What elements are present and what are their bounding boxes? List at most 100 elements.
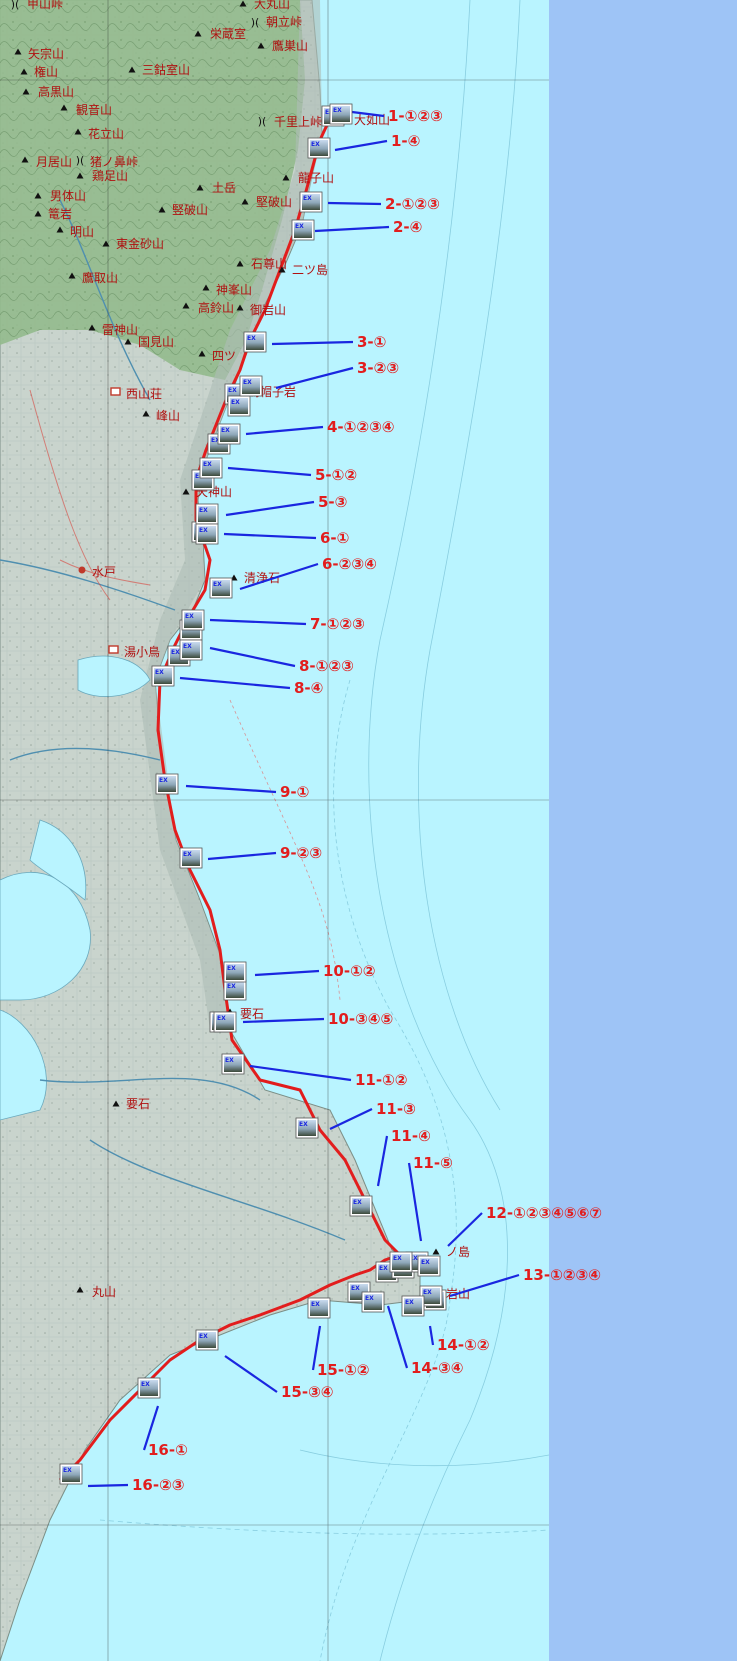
- place-label: ノ島: [446, 1244, 470, 1259]
- photo-marker-icon[interactable]: EX: [223, 961, 247, 983]
- photo-marker-icon[interactable]: EX: [389, 1251, 413, 1273]
- place-label: 観音山: [76, 102, 112, 117]
- map-canvas[interactable]: )(甲山峠 大丸山)(朝立峠 矢宗山 栄蔵室 鷹巣山 権山 三鈷室山 高黒山 観音山)(千里上峠…: [0, 0, 737, 1661]
- svg-text:EX: EX: [365, 1295, 374, 1302]
- place-label: 矢宗山: [28, 46, 64, 61]
- photo-marker-icon[interactable]: EX: [239, 375, 263, 397]
- photo-marker-icon[interactable]: EX: [209, 577, 233, 599]
- svg-text:EX: EX: [141, 1381, 150, 1388]
- svg-text:EX: EX: [63, 1467, 72, 1474]
- route-leg-label[interactable]: 3-①: [357, 333, 386, 351]
- route-leg-label[interactable]: 11-④: [391, 1127, 431, 1145]
- photo-marker-icon[interactable]: EX: [243, 331, 267, 353]
- route-leg-label[interactable]: 9-②③: [280, 844, 322, 862]
- photo-marker-icon[interactable]: EX: [181, 609, 205, 631]
- route-leg-label[interactable]: 10-①②: [323, 962, 376, 980]
- route-leg-label[interactable]: 11-⑤: [413, 1154, 453, 1172]
- photo-marker-icon[interactable]: EX: [361, 1291, 385, 1313]
- place-label: 朝立峠: [266, 14, 302, 29]
- photo-marker-icon[interactable]: EX: [223, 979, 247, 1001]
- photo-marker-icon[interactable]: EX: [195, 503, 219, 525]
- route-leg-label[interactable]: 11-③: [376, 1100, 416, 1118]
- place-label: 要石: [240, 1007, 264, 1021]
- svg-text:EX: EX: [225, 1057, 234, 1064]
- place-label: 鷹巣山: [272, 38, 308, 53]
- route-leg-label[interactable]: 16-①: [148, 1441, 188, 1459]
- route-leg-label[interactable]: 15-①②: [317, 1361, 370, 1379]
- coastal-route-map[interactable]: )(甲山峠 大丸山)(朝立峠矢宗山 栄蔵室鷹巣山権山 三鈷室山高黒山観音山)(千里上峠…: [0, 0, 737, 1661]
- svg-text:EX: EX: [231, 399, 240, 406]
- photo-marker-icon[interactable]: EX: [291, 219, 315, 241]
- route-leg-label[interactable]: 6-①: [320, 529, 349, 547]
- svg-text:EX: EX: [333, 107, 342, 114]
- photo-marker-icon[interactable]: EX: [59, 1463, 83, 1485]
- photo-marker-icon[interactable]: EX: [195, 1329, 219, 1351]
- place-label: 二ツ島: [292, 262, 328, 277]
- route-leg-label[interactable]: 6-②③④: [322, 555, 377, 573]
- route-leg-label[interactable]: 16-②③: [132, 1476, 185, 1494]
- svg-text:EX: EX: [311, 1301, 320, 1308]
- svg-text:EX: EX: [243, 379, 252, 386]
- route-leg-label[interactable]: 14-①②: [437, 1336, 490, 1354]
- route-leg-label[interactable]: 10-③④⑤: [328, 1010, 393, 1028]
- route-leg-label[interactable]: 8-④: [294, 679, 323, 697]
- photo-marker-icon[interactable]: EX: [151, 665, 175, 687]
- photo-marker-icon[interactable]: EX: [217, 423, 241, 445]
- photo-marker-icon[interactable]: EX: [417, 1255, 441, 1277]
- photo-marker-icon[interactable]: EX: [349, 1195, 373, 1217]
- place-label: 権山: [34, 64, 58, 79]
- photo-marker-icon[interactable]: EX: [179, 639, 203, 661]
- route-leg-label[interactable]: 1-④: [391, 132, 420, 150]
- route-leg-label[interactable]: 13-①②③④: [523, 1266, 601, 1284]
- place-label: 猪ノ鼻峠: [90, 154, 138, 169]
- photo-marker-icon[interactable]: EX: [299, 191, 323, 213]
- route-leg-label[interactable]: 15-③④: [281, 1383, 334, 1401]
- svg-text:EX: EX: [217, 1015, 226, 1022]
- svg-text:EX: EX: [421, 1259, 430, 1266]
- place-label: 湯小鳥: [124, 644, 160, 659]
- route-leg-label[interactable]: 1-①②③: [388, 107, 443, 125]
- photo-marker-icon[interactable]: EX: [179, 847, 203, 869]
- svg-text:EX: EX: [353, 1199, 362, 1206]
- route-leg-label[interactable]: 5-①②: [315, 466, 357, 484]
- place-label: 竪破山: [172, 202, 208, 217]
- svg-text:EX: EX: [155, 669, 164, 676]
- leader-line: [327, 201, 382, 206]
- place-label: 三鈷室山: [142, 62, 190, 77]
- svg-text:EX: EX: [423, 1289, 432, 1296]
- route-leg-label[interactable]: 7-①②③: [310, 615, 365, 633]
- svg-text:EX: EX: [221, 427, 230, 434]
- place-label: 要石: [126, 1097, 150, 1111]
- route-leg-label[interactable]: 2-①②③: [385, 195, 440, 213]
- pass-icon: )(: [76, 154, 85, 167]
- photo-marker-icon[interactable]: EX: [227, 395, 251, 417]
- city-icon: [78, 566, 86, 574]
- place-label: 龍子山: [298, 170, 334, 185]
- route-leg-label[interactable]: 14-③④: [411, 1359, 464, 1377]
- photo-marker-icon[interactable]: EX: [213, 1011, 237, 1033]
- route-leg-label[interactable]: 2-④: [393, 218, 422, 236]
- photo-marker-icon[interactable]: EX: [155, 773, 179, 795]
- route-leg-label[interactable]: 12-①②③④⑤⑥⑦: [486, 1204, 602, 1222]
- photo-marker-icon[interactable]: EX: [137, 1377, 161, 1399]
- photo-marker-icon[interactable]: EX: [307, 137, 331, 159]
- photo-marker-icon[interactable]: EX: [195, 523, 219, 545]
- photo-marker-icon[interactable]: EX: [401, 1295, 425, 1317]
- place-label: 大丸山: [254, 0, 290, 11]
- route-leg-label[interactable]: 5-③: [318, 493, 347, 511]
- building-icon: [110, 387, 121, 396]
- route-leg-label[interactable]: 8-①②③: [299, 657, 354, 675]
- photo-marker-icon[interactable]: EX: [307, 1297, 331, 1319]
- route-leg-label[interactable]: 4-①②③④: [327, 418, 394, 436]
- route-leg-label[interactable]: 11-①②: [355, 1071, 408, 1089]
- photo-marker-icon[interactable]: EX: [221, 1053, 245, 1075]
- photo-marker-icon[interactable]: EX: [199, 457, 223, 479]
- route-leg-label[interactable]: 9-①: [280, 783, 309, 801]
- svg-text:EX: EX: [393, 1255, 402, 1262]
- pass-icon: )(: [251, 16, 260, 29]
- svg-text:EX: EX: [227, 983, 236, 990]
- photo-marker-icon[interactable]: EX: [295, 1117, 319, 1139]
- photo-marker-icon[interactable]: EX: [329, 103, 353, 125]
- route-leg-label[interactable]: 3-②③: [357, 359, 399, 377]
- svg-text:EX: EX: [351, 1285, 360, 1292]
